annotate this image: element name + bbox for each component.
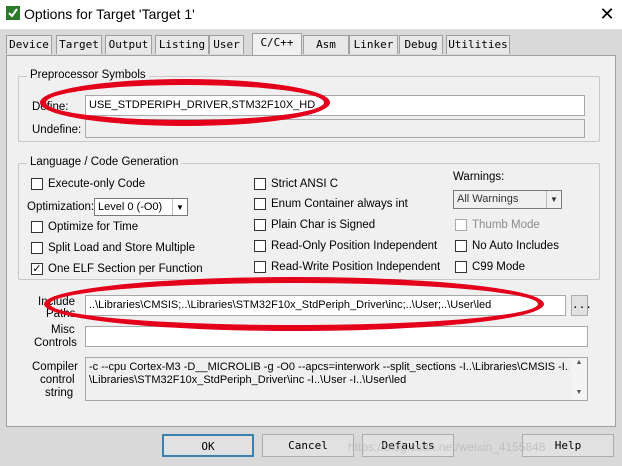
cancel-button[interactable]: Cancel: [262, 434, 354, 457]
optimization-value: Level 0 (-O0): [98, 201, 163, 213]
ro-pi-checkbox[interactable]: [254, 240, 266, 252]
compiler-string-field[interactable]: -c --cpu Cortex-M3 -D__MICROLIB -g -O0 -…: [85, 357, 588, 401]
c99-mode-label: C99 Mode: [472, 261, 526, 273]
tab-debug[interactable]: Debug: [399, 35, 443, 54]
one-elf-label: One ELF Section per Function: [48, 263, 203, 275]
tab-target[interactable]: Target: [56, 35, 102, 54]
include-paths-field[interactable]: ..\Libraries\CMSIS;..\Libraries\STM32F10…: [85, 295, 566, 316]
chevron-down-icon: ▼: [172, 199, 187, 215]
plain-char-label: Plain Char is Signed: [271, 219, 376, 231]
undefine-field[interactable]: [85, 119, 585, 138]
ro-pi-label: Read-Only Position Independent: [271, 240, 438, 252]
ok-button[interactable]: OK: [162, 434, 254, 457]
watermark: https://blog.csdn.net/weixin_4155848: [348, 440, 546, 454]
scroll-up-icon[interactable]: ▲: [572, 358, 586, 368]
rw-pi-checkbox[interactable]: [254, 261, 266, 273]
tab-utilities[interactable]: Utilities: [446, 35, 510, 54]
compiler-string-scrollbar[interactable]: ▲ ▼: [572, 358, 586, 400]
execute-only-checkbox[interactable]: [31, 178, 43, 190]
c99-mode-checkbox[interactable]: [455, 261, 467, 273]
misc-label-1: Misc: [51, 324, 75, 336]
define-label: Define:: [32, 101, 69, 113]
enum-container-label: Enum Container always int: [271, 198, 408, 210]
include-paths-browse-button[interactable]: ...: [571, 295, 592, 316]
rw-pi-label: Read-Write Position Independent: [271, 261, 441, 273]
include-paths-label-2: Paths: [46, 308, 76, 320]
thumb-mode-label: Thumb Mode: [472, 219, 540, 231]
no-auto-includes-checkbox[interactable]: [455, 240, 467, 252]
app-icon: [6, 6, 20, 20]
compiler-label-1: Compiler: [32, 361, 79, 373]
misc-controls-field[interactable]: [85, 326, 588, 347]
window-title: Options for Target 'Target 1': [24, 6, 195, 22]
scroll-down-icon[interactable]: ▼: [572, 388, 586, 398]
undefine-label: Undefine:: [32, 124, 82, 136]
preprocessor-group-label: Preprocessor Symbols: [27, 69, 149, 81]
tab-listing[interactable]: Listing: [155, 35, 209, 54]
misc-label-2: Controls: [34, 337, 77, 349]
strict-ansi-label: Strict ANSI C: [271, 178, 339, 190]
warnings-value: All Warnings: [457, 193, 519, 205]
tab-device[interactable]: Device: [6, 35, 52, 54]
one-elf-checkbox[interactable]: ✓: [31, 263, 43, 275]
enum-container-checkbox[interactable]: [254, 198, 266, 210]
include-paths-label-1: Include: [38, 296, 76, 308]
split-load-store-checkbox[interactable]: [31, 242, 43, 254]
define-field[interactable]: USE_STDPERIPH_DRIVER,STM32F10X_HD: [85, 95, 585, 116]
thumb-mode-checkbox[interactable]: [455, 219, 467, 231]
plain-char-checkbox[interactable]: [254, 219, 266, 231]
strict-ansi-checkbox[interactable]: [254, 178, 266, 190]
warnings-select[interactable]: All Warnings ▼: [453, 190, 562, 209]
tab-output[interactable]: Output: [105, 35, 152, 54]
warnings-label: Warnings:: [453, 171, 505, 183]
optimization-select[interactable]: Level 0 (-O0) ▼: [94, 198, 188, 216]
optimization-label: Optimization:: [27, 201, 95, 213]
tab-linker[interactable]: Linker: [349, 35, 398, 54]
no-auto-includes-label: No Auto Includes: [472, 240, 559, 252]
split-load-store-label: Split Load and Store Multiple: [48, 242, 196, 254]
tab-c-cpp[interactable]: C/C++: [252, 33, 302, 55]
chevron-down-icon: ▼: [546, 191, 561, 208]
close-button[interactable]: ✕: [596, 4, 618, 24]
compiler-string-line-1: -c --cpu Cortex-M3 -D__MICROLIB -g -O0 -…: [89, 361, 569, 373]
tab-user[interactable]: User: [209, 35, 244, 54]
compiler-string-line-2: \Libraries\STM32F10x_StdPeriph_Driver\in…: [89, 374, 407, 386]
compiler-label-2: control: [40, 374, 75, 386]
execute-only-label: Execute-only Code: [48, 178, 146, 190]
optimize-time-label: Optimize for Time: [48, 221, 139, 233]
language-group-label: Language / Code Generation: [27, 156, 182, 168]
title-bar: Options for Target 'Target 1' ✕: [0, 0, 622, 30]
tab-asm[interactable]: Asm: [303, 35, 349, 54]
compiler-label-3: string: [45, 387, 74, 399]
optimize-time-checkbox[interactable]: [31, 221, 43, 233]
